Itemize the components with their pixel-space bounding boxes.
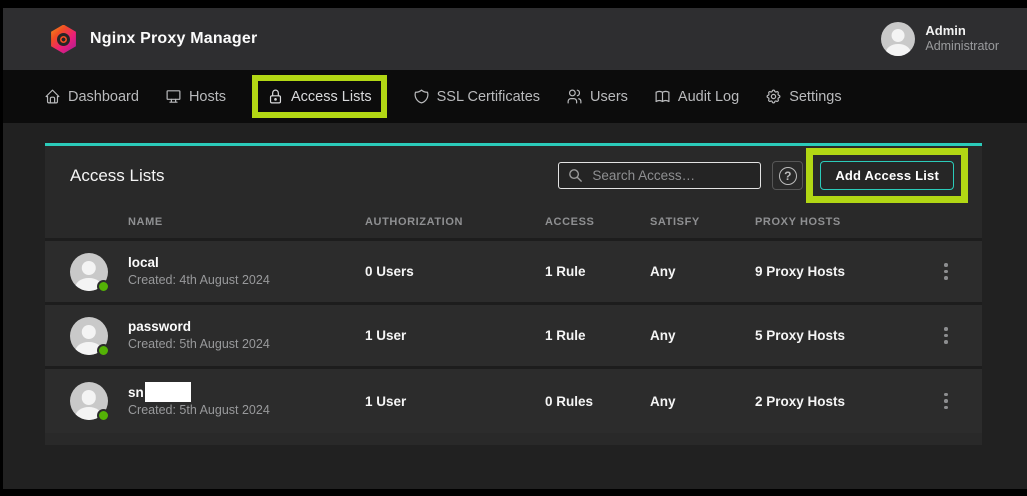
- help-circle-icon: ?: [779, 167, 797, 185]
- monitor-icon: [165, 88, 182, 105]
- column-header-satisfy: Satisfy: [650, 216, 755, 228]
- panel-header: Access Lists ? Add Access List: [45, 146, 982, 205]
- user-menu[interactable]: Admin Administrator: [881, 22, 999, 56]
- nav-item-users[interactable]: Users: [566, 88, 628, 105]
- row-menu-kebab-icon[interactable]: [935, 257, 957, 287]
- online-status-dot: [97, 344, 110, 357]
- window-top-edge: [0, 0, 1027, 8]
- table-row[interactable]: sn Created: 5th August 2024 1 User 0 Rul…: [45, 369, 982, 433]
- nav-item-audit-log[interactable]: Audit Log: [654, 88, 739, 105]
- cell-satisfy: Any: [650, 394, 755, 409]
- cell-name: sn Created: 5th August 2024: [128, 382, 365, 420]
- nav-item-ssl-certificates[interactable]: SSL Certificates: [413, 88, 540, 105]
- row-menu-kebab-icon[interactable]: [935, 321, 957, 351]
- cell-proxy-hosts: 5 Proxy Hosts: [755, 328, 925, 343]
- gear-icon: [765, 88, 782, 105]
- access-list-name: password: [128, 318, 365, 336]
- help-button[interactable]: ?: [772, 161, 803, 190]
- shield-icon: [413, 88, 430, 105]
- window-bottom-edge: [0, 489, 1027, 496]
- cell-authorization: 0 Users: [365, 264, 545, 279]
- cell-proxy-hosts: 2 Proxy Hosts: [755, 394, 925, 409]
- created-date: Created: 4th August 2024: [128, 272, 365, 290]
- nav-label: Audit Log: [678, 89, 739, 105]
- row-avatar: [70, 317, 108, 355]
- online-status-dot: [97, 409, 110, 422]
- app-title: Nginx Proxy Manager: [90, 30, 257, 48]
- npm-logo-icon[interactable]: [50, 25, 77, 54]
- add-access-list-button[interactable]: Add Access List: [820, 161, 954, 190]
- highlight-box-access-lists: Access Lists: [252, 75, 387, 118]
- highlight-box-add-access-list: Add Access List: [806, 148, 968, 203]
- created-date: Created: 5th August 2024: [128, 336, 365, 354]
- access-list-name: sn: [128, 382, 365, 402]
- search-input[interactable]: [592, 168, 752, 183]
- cell-name: local Created: 4th August 2024: [128, 254, 365, 289]
- redaction-box: [145, 382, 191, 402]
- search-box: [558, 162, 761, 189]
- column-header-name: Name: [128, 216, 365, 228]
- table-row[interactable]: password Created: 5th August 2024 1 User…: [45, 305, 982, 369]
- cell-proxy-hosts: 9 Proxy Hosts: [755, 264, 925, 279]
- created-date: Created: 5th August 2024: [128, 402, 365, 420]
- cell-access: 1 Rule: [545, 328, 650, 343]
- cell-access: 1 Rule: [545, 264, 650, 279]
- lock-icon: [267, 88, 284, 105]
- access-list-name: local: [128, 254, 365, 272]
- row-menu-kebab-icon[interactable]: [935, 386, 957, 416]
- book-icon: [654, 88, 671, 105]
- nav-item-settings[interactable]: Settings: [765, 88, 841, 105]
- main-nav: Dashboard Hosts Access Lists SSL Certifi…: [0, 70, 1027, 123]
- table-row[interactable]: local Created: 4th August 2024 0 Users 1…: [45, 241, 982, 305]
- window-left-edge: [0, 0, 3, 496]
- table-header-row: Name Authorization Access Satisfy Proxy …: [45, 205, 982, 241]
- page-title: Access Lists: [70, 166, 164, 186]
- nav-label: Access Lists: [291, 89, 372, 105]
- cell-authorization: 1 User: [365, 394, 545, 409]
- nav-item-access-lists[interactable]: Access Lists: [267, 88, 372, 105]
- column-header-authorization: Authorization: [365, 216, 545, 228]
- main-content: Access Lists ? Add Access List Name Auth…: [0, 143, 1027, 496]
- nav-label: Users: [590, 89, 628, 105]
- app-header: Nginx Proxy Manager Admin Administrator: [0, 8, 1027, 70]
- row-avatar: [70, 382, 108, 420]
- nav-label: SSL Certificates: [437, 89, 540, 105]
- nav-label: Settings: [789, 89, 841, 105]
- npm-logo-ring: [57, 33, 70, 46]
- user-avatar: [881, 22, 915, 56]
- access-lists-panel: Access Lists ? Add Access List Name Auth…: [45, 143, 982, 445]
- user-name: Admin: [925, 23, 999, 39]
- home-icon: [44, 88, 61, 105]
- avatar-head-shape: [892, 29, 905, 42]
- user-role: Administrator: [925, 39, 999, 55]
- cell-authorization: 1 User: [365, 328, 545, 343]
- cell-access: 0 Rules: [545, 394, 650, 409]
- users-icon: [566, 88, 583, 105]
- column-header-proxy-hosts: Proxy Hosts: [755, 216, 925, 228]
- avatar-torso-shape: [886, 44, 910, 56]
- column-header-access: Access: [545, 216, 650, 228]
- row-avatar: [70, 253, 108, 291]
- cell-satisfy: Any: [650, 264, 755, 279]
- cell-name: password Created: 5th August 2024: [128, 318, 365, 353]
- avatar-head-shape: [82, 390, 96, 404]
- avatar-head-shape: [82, 261, 96, 275]
- nav-label: Hosts: [189, 89, 226, 105]
- search-icon: [567, 167, 584, 184]
- nav-item-dashboard[interactable]: Dashboard: [44, 88, 139, 105]
- nav-label: Dashboard: [68, 89, 139, 105]
- nav-item-hosts[interactable]: Hosts: [165, 88, 226, 105]
- avatar-head-shape: [82, 325, 96, 339]
- online-status-dot: [97, 280, 110, 293]
- cell-satisfy: Any: [650, 328, 755, 343]
